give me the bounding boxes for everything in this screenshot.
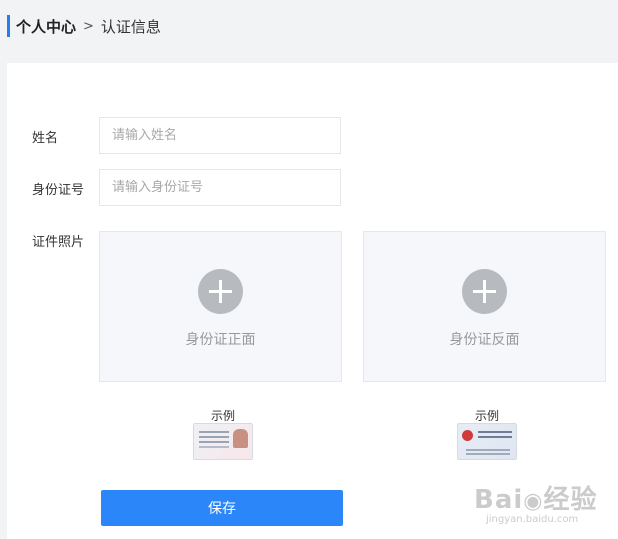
example-front-title: 示例 [210,409,235,423]
id-card-back-example-image [457,423,517,460]
id-card-front-example-image [193,423,253,460]
breadcrumb-root-link[interactable]: 个人中心 [16,16,76,37]
id-number-label: 身份证号 [32,183,85,198]
breadcrumb: 个人中心 > 认证信息 [7,15,161,37]
watermark-logo: Bai◉经验 [474,479,614,516]
card-footer-lines [466,449,510,451]
upload-front-label: 身份证正面 [185,332,256,348]
baidu-jingyan-watermark: Bai◉经验 jingyan.baidu.com [474,479,614,527]
plus-icon [462,269,507,314]
plus-icon [198,269,243,314]
id-number-input[interactable] [99,169,341,206]
watermark-logo-suffix: 经验 [543,485,598,515]
name-input[interactable] [99,117,341,154]
breadcrumb-current: 认证信息 [100,17,161,36]
form-panel: 姓名 身份证号 证件照片 身份证正面 身份证反面 示例 示例 保存 [7,63,618,539]
example-back-title: 示例 [474,409,499,423]
save-button[interactable]: 保存 [101,490,343,526]
upload-front-button[interactable]: 身份证正面 [99,231,342,382]
card-header-lines [478,431,512,433]
photos-label: 证件照片 [32,235,85,250]
breadcrumb-separator: > [83,18,94,34]
paw-icon: ◉ [523,489,544,514]
upload-back-label: 身份证反面 [449,332,520,348]
upload-back-button[interactable]: 身份证反面 [363,231,606,382]
card-text-lines [199,431,229,433]
portrait-photo-icon [233,429,248,448]
watermark-logo-text: Bai [474,485,524,515]
national-emblem-icon [462,430,473,441]
name-label: 姓名 [32,131,59,146]
